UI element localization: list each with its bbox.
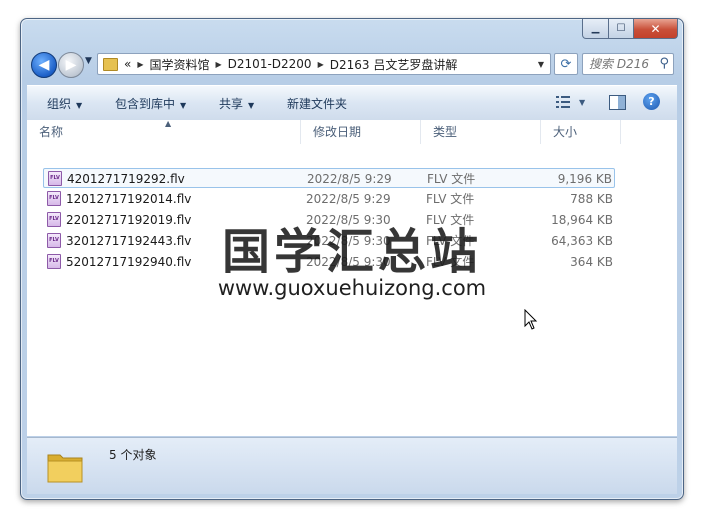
back-button[interactable]: ◀ — [31, 52, 57, 78]
mouse-pointer-icon — [524, 309, 538, 330]
chevron-down-icon[interactable]: ▼ — [579, 98, 585, 107]
file-type: FLV 文件 — [426, 192, 475, 206]
file-row[interactable]: FLV 4201271719292.flv 2022/8/5 9:29 FLV … — [43, 168, 615, 188]
close-button[interactable]: ✕ — [634, 19, 678, 39]
view-options-icon[interactable] — [555, 95, 571, 112]
help-button[interactable]: ? — [643, 93, 660, 110]
chevron-down-icon[interactable]: ▼ — [538, 60, 544, 69]
item-count: 5 个对象 — [109, 448, 157, 462]
share-button[interactable]: 共享 ▼ — [219, 95, 254, 112]
navigation-bar: ◀ ▶ ▼ « ▶ 国学资料馆 ▶ D2101-D2200 ▶ D2163 吕文… — [29, 50, 675, 82]
preview-pane-icon[interactable] — [609, 95, 626, 113]
column-header-type[interactable]: 类型 — [421, 120, 541, 144]
organize-menu-button[interactable]: 组织 ▼ — [47, 95, 82, 112]
forward-button[interactable]: ▶ — [58, 52, 84, 78]
folder-icon — [103, 57, 118, 71]
chevron-right-icon[interactable]: ▶ — [216, 60, 222, 69]
recent-pages-dropdown-icon[interactable]: ▼ — [85, 56, 92, 66]
chevron-right-icon[interactable]: ▶ — [318, 60, 324, 69]
chevron-down-icon: ▼ — [248, 101, 255, 110]
file-date: 2022/8/5 9:29 — [306, 192, 391, 206]
watermark-title: 国学汇总站 — [221, 224, 482, 280]
column-header-name[interactable]: 名称 ▲ — [27, 119, 301, 144]
breadcrumb-overflow[interactable]: « — [124, 57, 131, 71]
watermark-url: www.guoxuehuizong.com — [217, 276, 487, 300]
file-row[interactable]: FLV 12012717192014.flv 2022/8/5 9:29 FLV… — [43, 189, 615, 209]
chevron-down-icon: ▼ — [76, 101, 83, 110]
flv-file-icon: FLV — [48, 171, 62, 186]
breadcrumb-item[interactable]: 国学资料馆 — [150, 56, 210, 73]
file-date: 2022/8/5 9:29 — [307, 172, 392, 186]
new-folder-button[interactable]: 新建文件夹 — [287, 95, 347, 112]
chevron-down-icon: ▼ — [180, 101, 187, 110]
column-header-date[interactable]: 修改日期 — [301, 120, 421, 144]
details-pane: 5 个对象 — [27, 437, 677, 494]
search-input[interactable] — [589, 57, 649, 71]
sort-ascending-icon: ▲ — [165, 119, 172, 128]
breadcrumb-item[interactable]: D2101-D2200 — [228, 57, 312, 71]
file-name: 4201271719292.flv — [67, 172, 185, 186]
search-box[interactable]: ⚲ — [582, 53, 674, 75]
command-bar: 组织 ▼ 包含到库中 ▼ 共享 ▼ 新建文件夹 ▼ ? — [27, 85, 677, 121]
caption-buttons: ▁ ☐ ✕ — [582, 19, 678, 39]
include-in-library-label: 包含到库中 — [115, 97, 176, 111]
maximize-button[interactable]: ☐ — [609, 19, 634, 39]
breadcrumb-item[interactable]: D2163 吕文艺罗盘讲解 — [330, 56, 458, 73]
flv-file-icon: FLV — [47, 191, 61, 206]
file-type: FLV 文件 — [427, 172, 476, 186]
file-name: 12012717192014.flv — [66, 192, 192, 206]
refresh-button[interactable]: ⟳ — [554, 53, 578, 75]
search-icon[interactable]: ⚲ — [659, 56, 669, 71]
include-in-library-button[interactable]: 包含到库中 ▼ — [115, 95, 186, 112]
minimize-button[interactable]: ▁ — [582, 19, 609, 39]
column-name-label: 名称 — [39, 125, 64, 139]
share-label: 共享 — [219, 97, 244, 111]
column-header-size[interactable]: 大小 — [541, 120, 621, 144]
address-bar[interactable]: « ▶ 国学资料馆 ▶ D2101-D2200 ▶ D2163 吕文艺罗盘讲解 … — [97, 53, 551, 75]
chevron-right-icon: ▶ — [137, 59, 144, 69]
folder-icon — [47, 454, 83, 483]
organize-label: 组织 — [47, 97, 72, 111]
file-size: 9,196 KB — [557, 172, 612, 186]
file-size: 788 KB — [570, 192, 613, 206]
